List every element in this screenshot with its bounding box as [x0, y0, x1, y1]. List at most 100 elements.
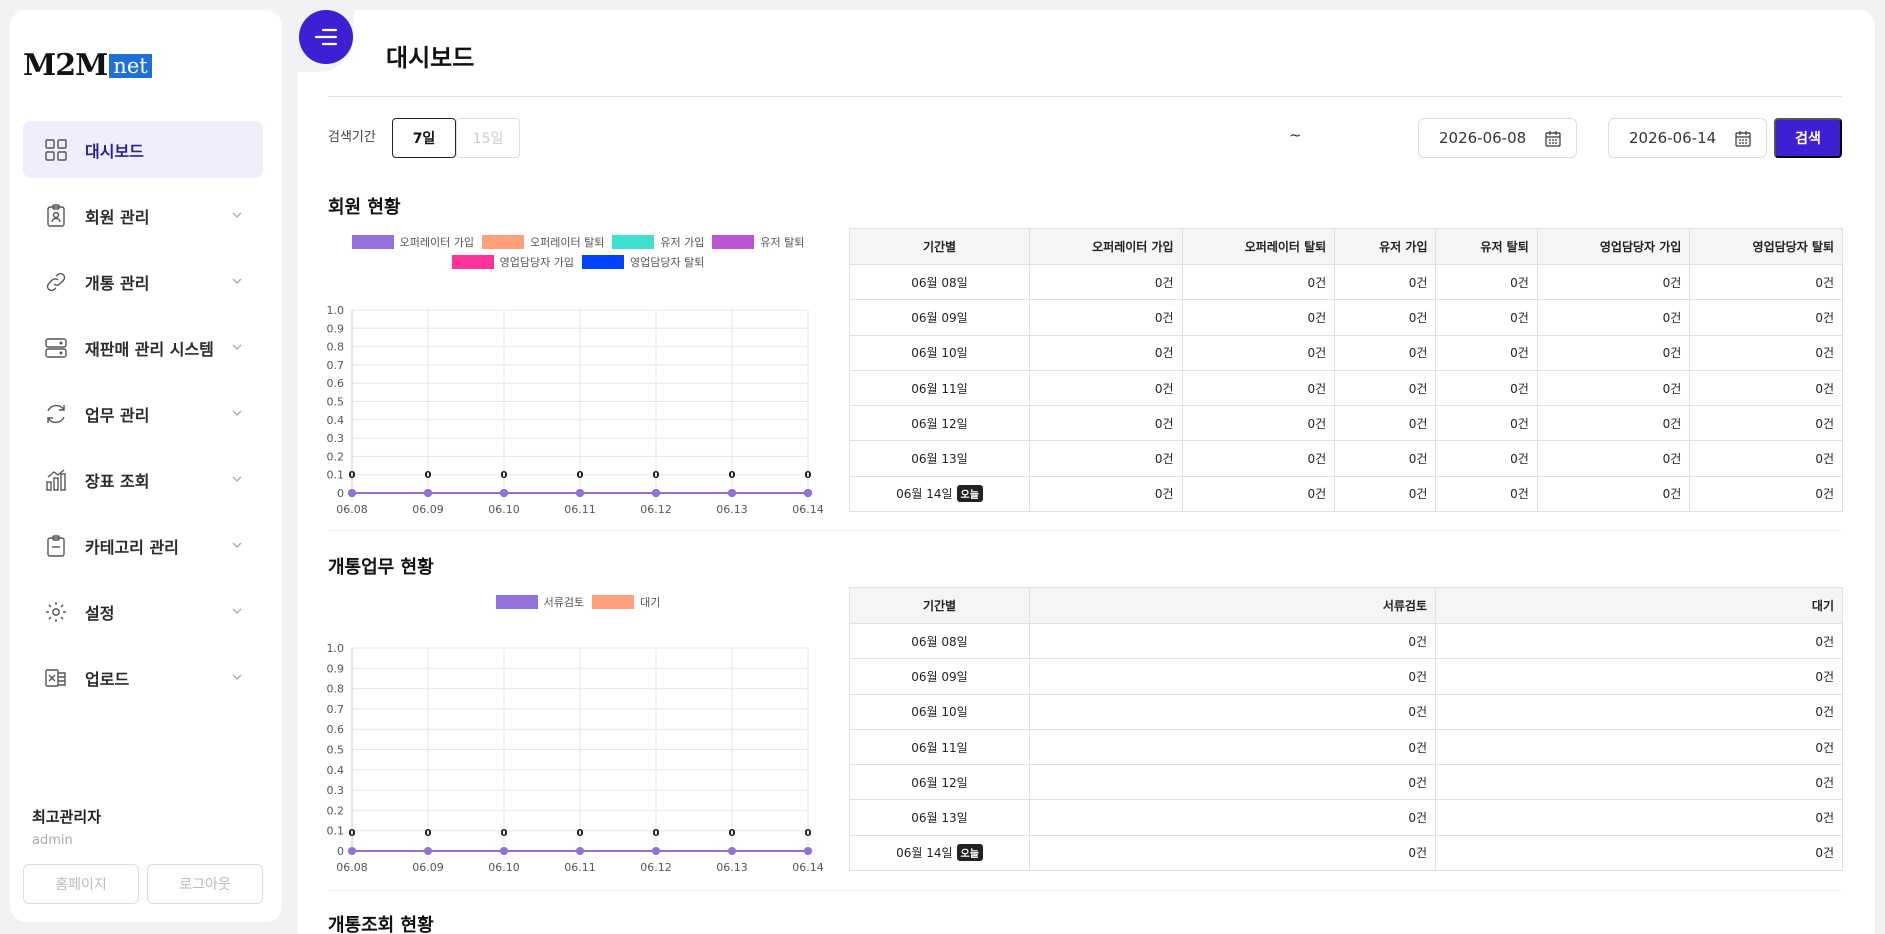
column-header: 영업담당자 가입: [1536, 228, 1691, 265]
data-point: [652, 489, 660, 497]
value-cell: 0건: [1435, 405, 1538, 442]
sidebar-item-members[interactable]: 회원 관리: [23, 187, 263, 244]
calendar-icon[interactable]: [1734, 130, 1752, 148]
data-point: [728, 847, 736, 855]
sidebar-item-settings[interactable]: 설정: [23, 583, 263, 640]
end-date-value: 2026-06-14: [1629, 129, 1717, 147]
sidebar-item-resale[interactable]: 재판매 관리 시스템: [23, 319, 263, 376]
date-cell: 06월 08일: [849, 263, 1030, 301]
data-point: [500, 489, 508, 497]
homepage-button[interactable]: 홈페이지: [23, 864, 139, 904]
grid-icon: [43, 137, 69, 163]
y-tick-label: 0.1: [327, 469, 345, 482]
chevron-down-icon: [232, 278, 242, 284]
column-header: 오퍼레이터 가입: [1029, 228, 1183, 265]
date-cell: 06월 14일 오늘: [849, 834, 1030, 872]
date-cell: 06월 11일: [849, 728, 1030, 766]
legend-item[interactable]: 오퍼레이터 가입: [351, 234, 474, 250]
section-divider: [328, 530, 1842, 531]
end-date-field[interactable]: 2026-06-14: [1608, 118, 1767, 158]
sidebar-item-dashboard[interactable]: 대시보드: [23, 121, 263, 178]
sidebar-item-work[interactable]: 업무 관리: [23, 385, 263, 442]
date-separator: ~: [1289, 126, 1302, 144]
table-row: 06월 12일 0건 0건: [849, 764, 1843, 801]
value-cell: 0건: [1181, 369, 1336, 407]
table-row: 06월 11일 0건 0건 0건 0건 0건 0건: [849, 369, 1843, 407]
value-cell: 0건: [1689, 475, 1843, 513]
value-cell: 0건: [1536, 334, 1691, 371]
data-label: 0: [805, 470, 812, 481]
data-point: [424, 489, 432, 497]
m2mnet-logo[interactable]: M2M net: [23, 48, 152, 83]
logout-button[interactable]: 로그아웃: [147, 864, 263, 904]
table-row: 06월 09일 0건 0건: [849, 658, 1843, 695]
search-button[interactable]: 검색: [1774, 118, 1842, 158]
start-date-field[interactable]: 2026-06-08: [1418, 118, 1577, 158]
chevron-down-icon: [232, 344, 242, 350]
main-content: 대시보드 검색기간 7일 15일 2026-06-08 ~ 2026-06-14…: [298, 10, 1875, 934]
legend-item[interactable]: 대기: [592, 594, 660, 610]
y-tick-label: 0: [337, 487, 344, 500]
y-tick-label: 0.7: [327, 359, 345, 372]
column-header: 영업담당자 탈퇴: [1689, 228, 1843, 265]
legend-swatch: [351, 235, 394, 249]
value-cell: 0건: [1029, 405, 1183, 442]
date-cell: 06월 09일: [849, 299, 1030, 336]
legend-label: 유저 탈퇴: [760, 236, 805, 249]
table-row: 06월 14일 오늘 0건 0건 0건 0건 0건 0건: [849, 475, 1843, 513]
x-tick-label: 06.12: [640, 503, 672, 516]
start-date-value: 2026-06-08: [1439, 129, 1527, 147]
value-cell: 0건: [1029, 728, 1436, 766]
legend-item[interactable]: 유저 가입: [612, 234, 704, 250]
date-cell: 06월 14일 오늘: [849, 475, 1030, 513]
x-tick-label: 06.11: [564, 503, 596, 516]
legend-label: 대기: [640, 596, 661, 609]
calendar-icon[interactable]: [1544, 130, 1562, 148]
date-cell: 06월 10일: [849, 693, 1030, 730]
value-cell: 0건: [1689, 299, 1843, 336]
user-info: 최고관리자 admin: [32, 806, 101, 848]
sidebar-item-reports[interactable]: 장표 조회: [23, 451, 263, 508]
y-tick-label: 0.4: [327, 414, 345, 427]
sidebar-item-category[interactable]: 카테고리 관리: [23, 517, 263, 574]
table-row: 06월 08일 0건 0건 0건 0건 0건 0건: [849, 263, 1843, 301]
y-tick-label: 0.8: [327, 683, 345, 696]
data-label: 0: [805, 828, 812, 839]
y-tick-label: 0.7: [327, 703, 345, 716]
section-divider: [328, 890, 1842, 891]
column-header: 유저 탈퇴: [1435, 228, 1538, 265]
sidebar-item-activation[interactable]: 개통 관리: [23, 253, 263, 310]
sidebar-item-upload[interactable]: 업로드: [23, 649, 263, 706]
x-tick-label: 06.14: [792, 861, 824, 874]
date-label: 06월 11일: [911, 381, 968, 396]
column-header: 대기: [1435, 587, 1843, 624]
value-cell: 0건: [1536, 299, 1691, 336]
user-name: 최고관리자: [32, 808, 102, 826]
clipboard-icon: [43, 533, 69, 559]
table-header-row: 기간별 오퍼레이터 가입 오퍼레이터 탈퇴 유저 가입 유저 탈퇴 영업담당자 …: [849, 228, 1843, 265]
legend-item[interactable]: 서류검토: [495, 594, 584, 610]
period-15-button[interactable]: 15일: [456, 118, 520, 158]
sidebar-item-label: 설정: [85, 603, 115, 623]
data-point: [576, 847, 584, 855]
bar-chart-icon: [43, 467, 69, 493]
value-cell: 0건: [1689, 334, 1843, 371]
legend-item[interactable]: 영업담당자 탈퇴: [582, 254, 704, 270]
data-label: 0: [729, 470, 736, 481]
table-row: 06월 09일 0건 0건 0건 0건 0건 0건: [849, 299, 1843, 336]
y-tick-label: 0.6: [327, 723, 345, 736]
value-cell: 0건: [1181, 405, 1336, 442]
menu-toggle-button[interactable]: [299, 10, 353, 64]
value-cell: 0건: [1435, 834, 1843, 872]
date-label: 06월 14일: [896, 487, 953, 502]
value-cell: 0건: [1029, 658, 1436, 695]
legend-item[interactable]: 오퍼레이터 탈퇴: [482, 234, 604, 250]
legend-item[interactable]: 유저 탈퇴: [712, 234, 804, 250]
value-cell: 0건: [1029, 299, 1183, 336]
y-tick-label: 0.5: [327, 396, 345, 409]
value-cell: 0건: [1536, 440, 1691, 477]
y-tick-label: 0.3: [327, 432, 345, 445]
period-7-button[interactable]: 7일: [392, 118, 456, 158]
legend-item[interactable]: 영업담당자 가입: [451, 254, 574, 270]
date-label: 06월 08일: [911, 634, 968, 649]
